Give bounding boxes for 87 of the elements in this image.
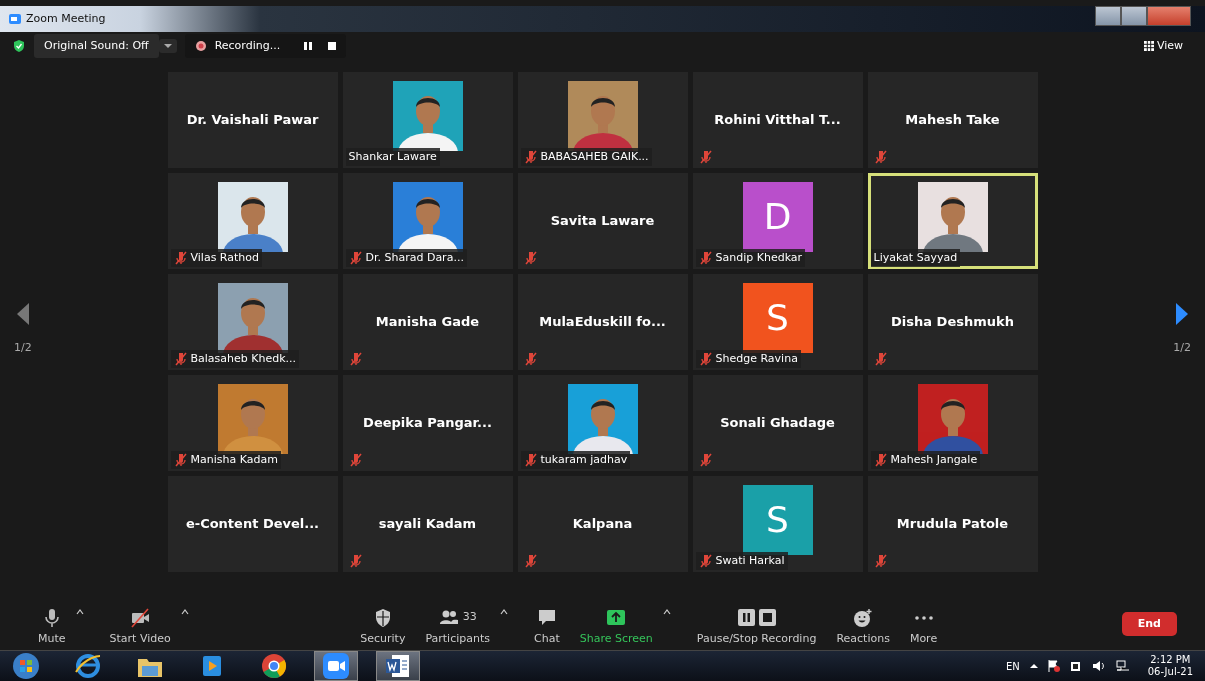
participant-name: Rohini Vitthal T... [714,111,841,130]
toolbar-button[interactable]: Security [350,601,416,647]
toolbar-label: Pause/Stop Recording [696,630,817,647]
avatar-letter: D [742,182,813,252]
participant-name: Liyakat Sayyad [873,249,958,266]
toolbar-label: Share Screen [579,630,653,647]
page-indicator: 1/2 [14,339,32,356]
chat-bubble-icon [536,607,557,628]
toolbar-label: More [909,630,938,647]
camera-off-icon [130,607,151,628]
minimize-button[interactable] [1095,6,1121,26]
caret-icon [163,43,172,49]
participant-name: Vilas Rathod [190,249,259,266]
toolbar-label: Reactions [836,630,890,647]
maximize-button[interactable] [1121,6,1147,26]
speaker-icon[interactable] [1091,660,1106,672]
flag-icon[interactable] [1047,660,1060,672]
clock-date[interactable]: 06-Jul-21 [1147,666,1193,678]
caret-up-icon [75,609,84,615]
page-indicator: 1/2 [1173,339,1191,356]
participant-name: MulaEduskill fo... [539,313,666,332]
language-indicator[interactable]: EN [1005,658,1020,674]
participant-name: Dr. Sharad Dara... [365,249,464,266]
toolbar-button[interactable]: More [899,601,948,647]
shield-icon [12,39,26,53]
participant-name: Savita Laware [550,212,655,231]
caret-up-icon [180,609,189,615]
original-sound-button[interactable]: Original Sound: Off [34,33,159,59]
toolbar-button[interactable]: Chat [524,601,570,647]
participant-name: e-Content Devel... [185,515,320,534]
toolbar-button[interactable]: Reactions [826,601,900,647]
participant-name: Mahesh Jangale [890,451,978,468]
toolbar-label: Mute [38,630,66,647]
toolbar-button[interactable]: Start Video [99,601,181,647]
caret-up-icon [500,609,508,615]
toolbar-button[interactable]: Mute [28,601,76,647]
clock-time[interactable]: 2:12 PM [1150,654,1191,666]
avatar-letter: S [742,283,813,353]
participant-name: Deepika Pangar... [363,414,492,433]
avatar-letter: S [742,485,813,555]
participant-name: Balasaheb Khedk... [190,350,297,367]
pause-icon [304,41,313,50]
participant-name: Manisha Kadam [190,451,278,468]
participant-name: Sandip Khedkar [715,249,803,266]
participant-name: Manisha Gade [375,313,480,332]
participant-name: Dr. Vaishali Pawar [186,111,319,130]
toolbar-label: Start Video [109,630,171,647]
chrome-icon [260,652,288,680]
tray-expand-icon[interactable] [1029,663,1038,669]
participant-name: Mahesh Take [905,111,1000,130]
end-button[interactable]: End [1121,611,1177,637]
more-icon [914,615,933,620]
taskbar-app-button[interactable] [314,651,358,681]
caret-up-icon [662,609,671,615]
recording-status: Recording... [214,37,281,54]
stop-icon [328,41,337,50]
toolbar-label: Security [360,630,406,647]
taskbar-app-button[interactable] [376,651,420,681]
start-orb-icon [12,652,40,680]
participant-name: Sonali Ghadage [720,414,835,433]
grid-icon [1143,41,1154,51]
participant-count: 33 [462,609,477,626]
view-button[interactable]: View [1133,33,1193,59]
window-title: Zoom Meeting [26,10,106,27]
zoom-app-icon [8,13,22,25]
toolbar-button[interactable]: Share Screen [569,601,663,647]
participant-name: Kalpana [572,515,633,534]
document-icon [384,652,412,680]
toolbar-label: Chat [534,630,560,647]
participant-name: Disha Deshmukh [891,313,1014,332]
smiley-icon [853,607,874,628]
network-icon[interactable] [1115,660,1130,672]
browser-icon [74,652,102,680]
video-camera-icon [322,652,350,680]
participant-name: Shedge Ravina [715,350,798,367]
participant-name: tukaram jadhav [540,451,628,468]
participant-name: sayali Kadam [378,515,477,534]
participant-name: BABASAHEB GAIK... [540,148,649,165]
participant-name: Shankar Laware [348,148,437,165]
participant-name: Mrudula Patole [896,515,1009,534]
record-icon [194,40,207,52]
pause-stop-icon [737,607,776,628]
toolbar-button[interactable]: Pause/Stop Recording [686,601,827,647]
toolbar-button[interactable]: 33 Participants [415,601,500,647]
participant-name: Swati Harkal [715,552,785,569]
toolbar-label: Participants [425,630,490,647]
close-button[interactable] [1147,6,1191,26]
